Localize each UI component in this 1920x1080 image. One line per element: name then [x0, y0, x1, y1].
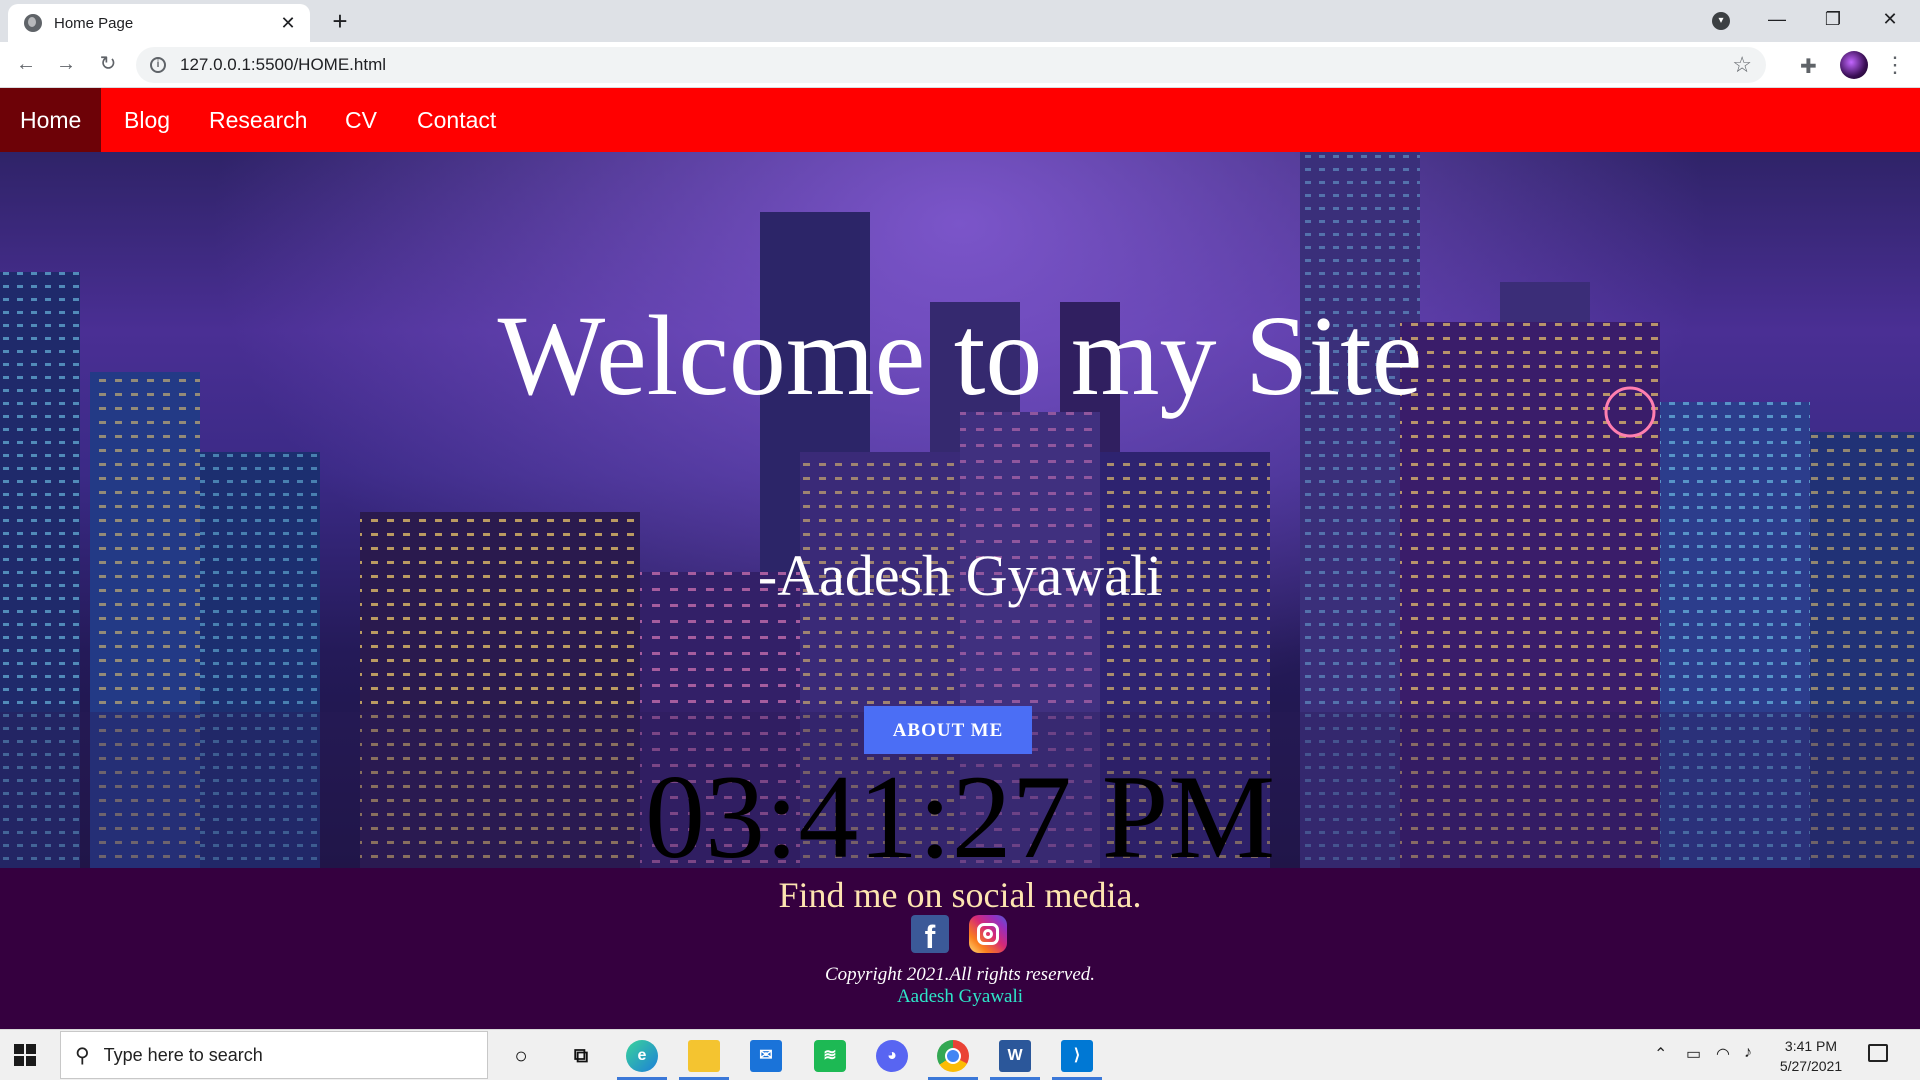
nav-blog[interactable]: Blog: [104, 88, 190, 152]
cortana-icon[interactable]: ○: [505, 1040, 537, 1072]
mail-icon[interactable]: ✉: [750, 1040, 782, 1072]
browser-tabstrip: Home Page ✕ + ▾ — ❐ ✕: [0, 0, 1920, 42]
tab-search-icon[interactable]: ▾: [1712, 12, 1730, 30]
battery-icon[interactable]: ▭: [1686, 1044, 1701, 1064]
forward-arrow-icon[interactable]: →: [52, 50, 80, 78]
taskbar-time: 3:41 PM: [1784, 1038, 1838, 1054]
task-view-icon[interactable]: ⧉: [565, 1040, 597, 1072]
site-info-icon[interactable]: i: [150, 57, 166, 73]
url-text[interactable]: 127.0.0.1:5500/HOME.html: [180, 55, 1732, 75]
about-me-button[interactable]: ABOUT ME: [864, 706, 1032, 754]
instagram-icon[interactable]: [969, 915, 1007, 953]
volume-icon[interactable]: ♪: [1744, 1044, 1752, 1062]
back-arrow-icon[interactable]: ←: [12, 50, 40, 78]
maximize-button[interactable]: ❐: [1805, 0, 1861, 40]
tray-overflow-chevron-icon[interactable]: ⌃: [1654, 1044, 1667, 1064]
bookmark-star-icon[interactable]: ☆: [1732, 52, 1752, 78]
chrome-icon[interactable]: [937, 1040, 969, 1072]
browser-toolbar: ← → ↻ i 127.0.0.1:5500/HOME.html ☆ ✚ ⋮: [0, 42, 1920, 88]
tab-close-icon[interactable]: ✕: [278, 13, 298, 34]
wifi-icon[interactable]: ◠: [1716, 1044, 1730, 1064]
social-tagline: Find me on social media.: [778, 875, 1142, 915]
page-viewport: Home Blog Research CV Contact Welcome to…: [0, 88, 1920, 1029]
site-navbar: Home Blog Research CV Contact: [0, 88, 1920, 152]
hero-section: Welcome to my Site -Aadesh Gyawali ABOUT…: [0, 152, 1920, 868]
hero-title: Welcome to my Site: [497, 292, 1423, 419]
minimize-button[interactable]: —: [1749, 0, 1805, 40]
address-bar[interactable]: i 127.0.0.1:5500/HOME.html ☆: [136, 47, 1766, 83]
discord-icon[interactable]: ◕: [876, 1040, 908, 1072]
search-icon: ⚲: [75, 1044, 90, 1067]
hero-author: -Aadesh Gyawali: [757, 543, 1163, 608]
footer-author: Aadesh Gyawali: [896, 986, 1024, 1007]
taskbar-date: 5/27/2021: [1779, 1058, 1843, 1074]
new-tab-button[interactable]: +: [326, 6, 354, 37]
taskbar-clock[interactable]: 3:41 PM 5/27/2021: [1768, 1036, 1854, 1076]
edge-icon[interactable]: e: [626, 1040, 658, 1072]
globe-icon: [24, 14, 42, 32]
reload-icon[interactable]: ↻: [94, 50, 122, 78]
notification-center-icon[interactable]: [1868, 1044, 1888, 1062]
site-footer: Find me on social media. f Copyright 202…: [0, 868, 1920, 1029]
copyright-text: Copyright 2021.All rights reserved.: [824, 964, 1096, 985]
facebook-icon[interactable]: f: [911, 915, 949, 955]
tab-title: Home Page: [54, 14, 134, 32]
nav-contact[interactable]: Contact: [397, 88, 516, 152]
nav-research[interactable]: Research: [189, 88, 327, 152]
nav-home[interactable]: Home: [0, 88, 102, 152]
extensions-puzzle-icon[interactable]: ✚: [1800, 54, 1817, 79]
browser-menu-icon[interactable]: ⋮: [1884, 52, 1906, 78]
browser-tab-active[interactable]: Home Page ✕: [8, 4, 310, 42]
word-icon[interactable]: W: [999, 1040, 1031, 1072]
taskbar-search-box[interactable]: ⚲ Type here to search: [60, 1031, 488, 1079]
file-explorer-icon[interactable]: [688, 1040, 720, 1072]
spotify-icon[interactable]: ≋: [814, 1040, 846, 1072]
profile-avatar[interactable]: [1840, 51, 1868, 79]
taskbar-search-placeholder: Type here to search: [103, 1044, 263, 1065]
close-window-button[interactable]: ✕: [1862, 0, 1918, 40]
digital-clock: 03:41:27 PM: [644, 750, 1276, 869]
nav-cv[interactable]: CV: [325, 88, 397, 152]
windows-start-icon[interactable]: [14, 1044, 36, 1066]
vscode-icon[interactable]: ⟩: [1061, 1040, 1093, 1072]
windows-taskbar: ⚲ Type here to search ○ ⧉ e ✉ ≋ ◕ W ⟩ ⌃ …: [0, 1029, 1920, 1080]
